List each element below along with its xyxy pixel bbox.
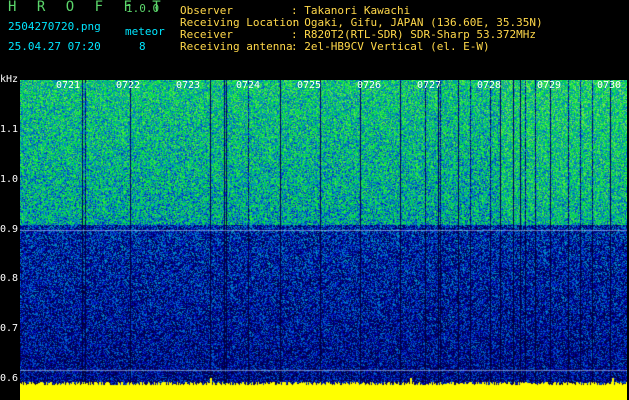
y-axis-unit: kHz: [0, 74, 19, 85]
x-tick-label: 0723: [176, 80, 201, 91]
x-tick-label: 0725: [297, 80, 322, 91]
spectrogram-canvas: [20, 80, 627, 400]
x-tick-label: 0727: [417, 80, 442, 91]
x-tick-label: 0729: [537, 80, 562, 91]
x-tick-label: 0724: [236, 80, 261, 91]
app-version: 1.0.0: [126, 2, 160, 15]
event-count: 8: [139, 40, 146, 53]
x-tick-label: 0730: [597, 80, 622, 91]
y-tick-label: 0.9: [0, 224, 19, 235]
file-name: 2504270720.png: [8, 20, 101, 33]
spectrogram-plot: [20, 80, 627, 400]
x-tick-label: 0721: [56, 80, 81, 91]
y-tick-label: 0.6: [0, 373, 19, 384]
header-panel: H R O F F T 1.0.0 2504270720.png meteor …: [0, 0, 629, 72]
y-tick-label: 1.1: [0, 124, 19, 135]
date-time: 25.04.27 07:20: [8, 40, 101, 53]
x-tick-label: 0722: [116, 80, 141, 91]
x-tick-label: 0728: [477, 80, 502, 91]
field-value-antenna: : 2el-HB9CV Vertical (el. E-W): [291, 40, 490, 53]
y-tick-label: 1.0: [0, 174, 19, 185]
category-label: meteor: [125, 25, 165, 38]
y-tick-label: 0.7: [0, 323, 19, 334]
x-tick-label: 0726: [357, 80, 382, 91]
y-tick-label: 0.8: [0, 273, 19, 284]
field-label-antenna: Receiving antenna: [180, 40, 293, 53]
